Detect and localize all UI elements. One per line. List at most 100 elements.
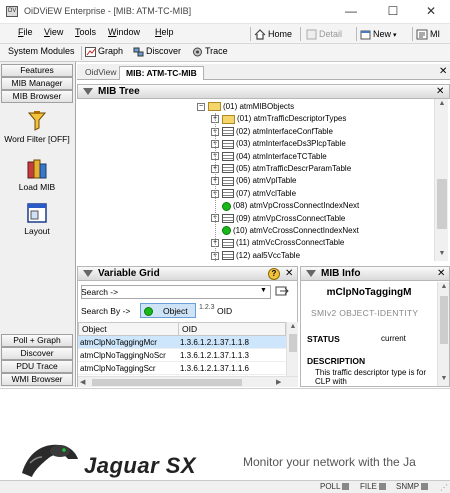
menu-separator [412,27,413,41]
tree-node[interactable]: + (04) atmInterfaceTCTable [211,151,327,163]
banner-tagline: Monitor your network with the Ja [243,455,416,469]
layout-button[interactable]: Layout [2,202,72,236]
home-button[interactable]: Home [254,25,292,43]
minimize-button[interactable]: — [330,0,372,24]
collapse-arrow-icon[interactable] [82,269,94,279]
close-tab-icon[interactable]: ✕ [439,66,447,77]
tab-mib-atm-tc-mib[interactable]: MIB: ATM-TC-MIB [119,66,204,80]
close-window-button[interactable]: ✕ [410,0,450,24]
scroll-thumb[interactable] [92,379,242,386]
tree-node[interactable]: + (05) atmTrafficDescrParamTable [211,163,351,175]
grid-vertical-scrollbar[interactable]: ▲ [286,322,298,376]
collapse-arrow-icon[interactable] [305,269,317,279]
maximize-button[interactable]: ☐ [372,0,414,24]
detail-icon [306,29,317,40]
tab-oidview[interactable]: OidView [79,66,123,80]
tree-node[interactable]: + (02) atmInterfaceConfTable [211,126,333,138]
mib-info-scrollbar[interactable]: ▲ ▼ [437,282,449,386]
advertising-banner[interactable]: Jaguar SX Monitor your network with the … [0,388,450,480]
mib-tree-close-icon[interactable]: ✕ [436,85,444,98]
menu-tools[interactable]: Tools [75,27,96,37]
new-dropdown-icon[interactable]: ▾ [391,32,397,39]
menu-file[interactable]: File [18,27,33,37]
help-icon[interactable]: ? [268,268,280,280]
variable-grid-title: Variable Grid [98,268,160,279]
mib-tree-scrollbar[interactable]: ▲ ▼ [434,99,448,261]
table-row[interactable]: atmClpNoTaggingMcr 1.3.6.1.2.1.37.1.1.8 [78,336,286,349]
variable-grid-close-icon[interactable]: ✕ [285,267,293,280]
tree-node[interactable]: + (03) atmInterfaceDs3PlcpTable [211,138,346,150]
mib-tree[interactable]: − (01) atmMIBObjects + (01) atmTrafficDescr… [79,99,434,261]
object-option-label: Object [163,306,188,316]
scroll-thumb[interactable] [289,334,297,352]
tree-node[interactable]: (10) atmVcCrossConnectIndexNext [211,225,359,237]
collapse-arrow-icon[interactable] [82,87,94,97]
tree-node[interactable]: + (01) atmTrafficDescriptorTypes [211,113,346,125]
oid-cell: 1.3.6.1.2.1.37.1.1.3 [180,351,249,360]
search-input[interactable] [81,285,271,299]
system-modules-button[interactable]: System Modules [8,46,75,56]
table-row[interactable]: atmClpNoTaggingNoScr 1.3.6.1.2.1.37.1.1.3 [78,349,286,362]
menu-separator [250,27,251,41]
detail-button[interactable]: Detail [306,25,342,43]
tab-mib-manager[interactable]: MIB Manager [1,77,73,90]
menu-window-label: indow [116,27,141,37]
tree-node-label: (11) atmVcCrossConnectTable [236,238,345,248]
discover-button[interactable]: Discover [133,46,181,57]
menu-window[interactable]: Window [108,27,140,37]
tab-poll-graph[interactable]: Poll + Graph [1,334,73,347]
tree-node-label: (10) atmVcCrossConnectIndexNext [233,226,359,235]
word-filter-button[interactable]: Word Filter [OFF] [2,110,72,144]
search-dropdown-icon[interactable]: ▼ [260,287,267,294]
scroll-left-icon[interactable]: ◀ [80,378,85,386]
search-by-oid-option[interactable]: OID [217,306,232,316]
table-row[interactable]: atmClpNoTaggingScr 1.3.6.1.2.1.37.1.1.6 [78,362,286,375]
menu-help[interactable]: Help [155,27,174,37]
tree-node[interactable]: + (11) atmVcCrossConnectTable [211,237,344,249]
discover-label: Discover [146,46,182,56]
search-go-button[interactable] [275,285,293,299]
status-snmp-label: SNMP [396,482,419,491]
tree-node[interactable]: + (06) atmVplTable [211,175,296,187]
app-icon: OV [6,6,18,17]
scroll-up-icon[interactable]: ▲ [435,100,449,107]
scroll-down-icon[interactable]: ▼ [438,375,450,382]
tree-node[interactable]: + (09) atmVpCrossConnectTable [211,213,345,225]
new-button[interactable]: New ▾ [360,25,396,43]
load-mib-button[interactable]: Load MIB [2,158,72,192]
tab-discover[interactable]: Discover [1,347,73,360]
mib-info-close-icon[interactable]: ✕ [437,267,445,280]
table-icon [222,164,234,174]
variable-grid-panel: Variable Grid ? ✕ Search -> ▼ Search By … [77,266,298,387]
folder-icon [222,114,235,124]
tab-pdu-trace[interactable]: PDU Trace [1,360,73,373]
tree-node[interactable]: + (12) aal5VccTable [211,250,300,261]
grid-horizontal-scrollbar[interactable]: ◀ ▶ [78,376,298,387]
menu-help-label: elp [161,27,174,37]
menu-view[interactable]: View [44,27,63,37]
scroll-up-icon[interactable]: ▲ [438,283,450,290]
collapse-icon[interactable]: − [197,102,205,111]
tree-node-label: (12) aal5VccTable [236,250,301,260]
resize-grip-icon[interactable]: ⋰ [440,483,448,492]
column-header-oid[interactable]: OID [178,322,286,336]
search-by-object-option[interactable]: Object [140,303,196,318]
scroll-right-icon[interactable]: ▶ [276,378,281,386]
trace-button[interactable]: Trace [192,46,228,57]
tree-node[interactable]: + (07) atmVclTable [211,188,296,200]
tab-wmi-browser[interactable]: WMI Browser [1,373,73,386]
mib-button[interactable]: MI [416,25,440,43]
tab-features[interactable]: Features [1,64,73,77]
column-header-object[interactable]: Object [78,322,179,336]
scroll-thumb[interactable] [437,179,447,229]
leaf-object-icon [222,226,231,236]
scroll-thumb[interactable] [440,296,448,344]
scroll-down-icon[interactable]: ▼ [435,250,449,257]
tree-node[interactable]: − (01) atmMIBObjects [197,101,294,113]
scroll-up-icon[interactable]: ▲ [287,323,299,330]
graph-button[interactable]: Graph [85,46,123,57]
menu-tools-label: ools [79,27,97,37]
tree-node[interactable]: (08) atmVpCrossConnectIndexNext [211,200,359,212]
tab-mib-browser[interactable]: MIB Browser [1,90,73,103]
tree-node-label: (01) atmTrafficDescriptorTypes [237,114,347,124]
